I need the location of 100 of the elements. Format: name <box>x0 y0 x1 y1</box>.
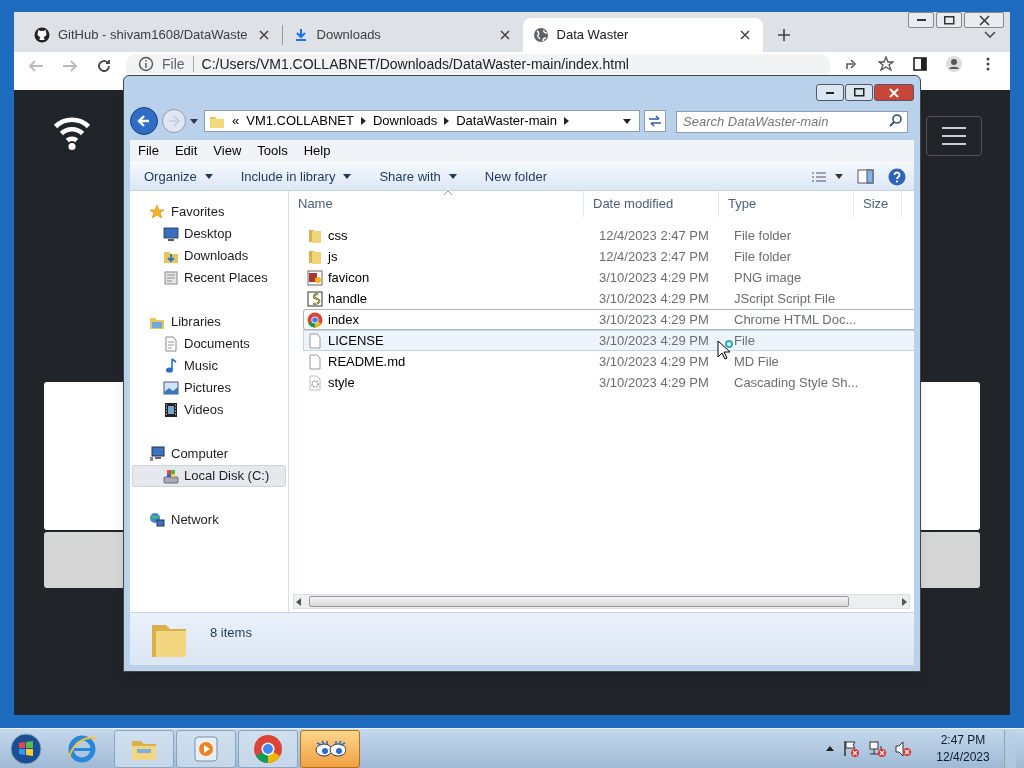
sidebar-group[interactable]: Computer <box>130 443 288 465</box>
blank-file-icon <box>307 353 323 370</box>
sidebar-item[interactable]: Music <box>132 355 286 377</box>
sidebar-item[interactable]: Downloads <box>132 245 286 267</box>
globe-icon <box>532 27 549 43</box>
file-type: Cascading Style Sh... <box>734 373 860 392</box>
sidebar-item[interactable]: Documents <box>132 333 286 355</box>
caret-right-icon <box>444 117 450 125</box>
close-icon <box>978 14 990 26</box>
sidebar-item[interactable]: Desktop <box>132 223 286 245</box>
minimize-button[interactable] <box>816 84 844 101</box>
taskbar-button[interactable] <box>238 729 298 768</box>
menu-item[interactable]: Edit <box>168 141 204 161</box>
search-field[interactable]: Search DataWaster-main <box>676 110 908 133</box>
column-header[interactable]: Name <box>289 191 584 217</box>
horizontal-scrollbar[interactable] <box>293 594 910 609</box>
sidebar-item[interactable]: Videos <box>132 399 286 421</box>
column-header[interactable]: Type <box>719 191 854 217</box>
sidebar-group[interactable]: Libraries <box>130 311 288 333</box>
file-date: 3/10/2023 4:29 PM <box>599 269 709 285</box>
close-button[interactable] <box>964 12 1004 28</box>
breadcrumb-item[interactable]: VM1.COLLABNET <box>246 111 354 131</box>
recent-places-icon <box>163 270 179 286</box>
menu-icon <box>942 127 966 145</box>
tab-title: Downloads <box>316 26 382 45</box>
caret-up-icon <box>826 746 834 751</box>
preview-pane-button[interactable] <box>857 169 874 184</box>
sidebar-group[interactable]: Favorites <box>130 201 288 223</box>
gear-file-icon <box>307 374 323 391</box>
close-button[interactable] <box>874 84 914 101</box>
star-icon <box>149 204 165 220</box>
volume-tray-button[interactable] <box>894 739 912 758</box>
menu-item[interactable]: File <box>132 141 165 161</box>
maximize-button[interactable] <box>936 12 962 28</box>
back-button[interactable] <box>130 107 158 135</box>
breadcrumb-item[interactable]: DataWaster-main <box>456 111 557 131</box>
file-date: 12/4/2023 2:47 PM <box>599 248 709 264</box>
file-type: File <box>734 331 756 350</box>
menu-item[interactable]: Tools <box>251 141 294 161</box>
file-date: 3/10/2023 4:29 PM <box>599 374 709 390</box>
chrome-icon <box>307 311 323 328</box>
file-name: js <box>328 247 338 266</box>
column-header[interactable]: Date modified <box>584 191 719 217</box>
minimize-button[interactable] <box>908 12 934 28</box>
breadcrumb-item[interactable]: « <box>232 111 240 131</box>
image-file-icon <box>307 269 323 286</box>
toolbar-button[interactable]: Share with <box>369 165 467 188</box>
desktop-icon <box>163 226 179 242</box>
scrollbar-thumb[interactable] <box>309 596 849 607</box>
busy-cursor-icon <box>717 340 733 360</box>
column-header[interactable]: Size <box>854 191 902 217</box>
sidebar-group[interactable]: Network <box>130 509 288 531</box>
music-note-icon <box>163 358 179 374</box>
file-row[interactable]: index 3/10/2023 4:29 PM Chrome HTML Doc... <box>303 309 914 330</box>
sidebar-item[interactable]: Local Disk (C:) <box>132 465 286 487</box>
file-name: css <box>328 226 348 245</box>
browser-tab[interactable]: Downloads <box>282 18 523 52</box>
file-date: 12/4/2023 2:47 PM <box>599 227 709 243</box>
menu-item[interactable]: View <box>207 141 248 161</box>
refresh-icon <box>647 113 663 129</box>
sidebar-item[interactable]: Recent Places <box>132 267 286 289</box>
clock-time: 2:47 PM <box>940 731 986 749</box>
help-icon <box>888 167 906 186</box>
toolbar-button[interactable]: Organize <box>134 165 223 188</box>
tab-title: GitHub - shivam1608/DataWaste <box>58 26 248 45</box>
refresh-button[interactable] <box>644 110 666 132</box>
preview-pane-icon <box>857 169 874 184</box>
browser-tab[interactable]: Data Waster <box>522 18 763 52</box>
sidebar-item[interactable]: Pictures <box>132 377 286 399</box>
film-icon <box>163 402 179 418</box>
caret-down-icon <box>204 174 213 179</box>
url-text: C:/Users/VM1.COLLABNET/Downloads/DataWaster-main/index.html <box>201 54 629 74</box>
breadcrumb-item[interactable]: Downloads <box>372 111 438 131</box>
taskbar-button[interactable] <box>300 729 360 768</box>
file-name: favicon <box>328 268 370 287</box>
close-icon <box>738 29 751 41</box>
address-field[interactable]: « VM1.COLLABNET Downloads DataWaster-main <box>204 110 640 132</box>
toolbar-button[interactable]: Include in library <box>230 165 362 188</box>
file-name: handle <box>328 289 368 308</box>
close-icon <box>498 29 511 41</box>
toolbar-button[interactable]: New folder <box>474 165 557 188</box>
flag-tray-button[interactable] <box>842 739 860 758</box>
file-name: style <box>328 373 355 392</box>
file-date: 3/10/2023 4:29 PM <box>599 290 709 306</box>
maximize-button[interactable] <box>845 84 873 101</box>
file-type: JScript Script File <box>734 289 837 308</box>
help-button[interactable] <box>888 167 906 186</box>
side-panel-icon <box>912 56 928 72</box>
network-tray-button[interactable] <box>868 739 886 758</box>
file-name: README.md <box>328 352 406 371</box>
file-date: 3/10/2023 4:29 PM <box>599 311 709 327</box>
browser-tab[interactable]: GitHub - shivam1608/DataWaste <box>24 18 282 52</box>
menu-toggle-button[interactable] <box>926 116 982 156</box>
file-name: index <box>328 310 360 329</box>
file-date: 3/10/2023 4:29 PM <box>599 332 709 348</box>
menu-item[interactable]: Help <box>297 141 337 161</box>
address-bar[interactable]: File C:/Users/VM1.COLLABNET/Downloads/DataWaster-main/index.html <box>126 54 830 74</box>
file-row[interactable]: LICENSE 3/10/2023 4:29 PM File <box>303 330 914 351</box>
views-button[interactable] <box>811 170 843 183</box>
caret-up-tray-button[interactable] <box>826 746 834 751</box>
